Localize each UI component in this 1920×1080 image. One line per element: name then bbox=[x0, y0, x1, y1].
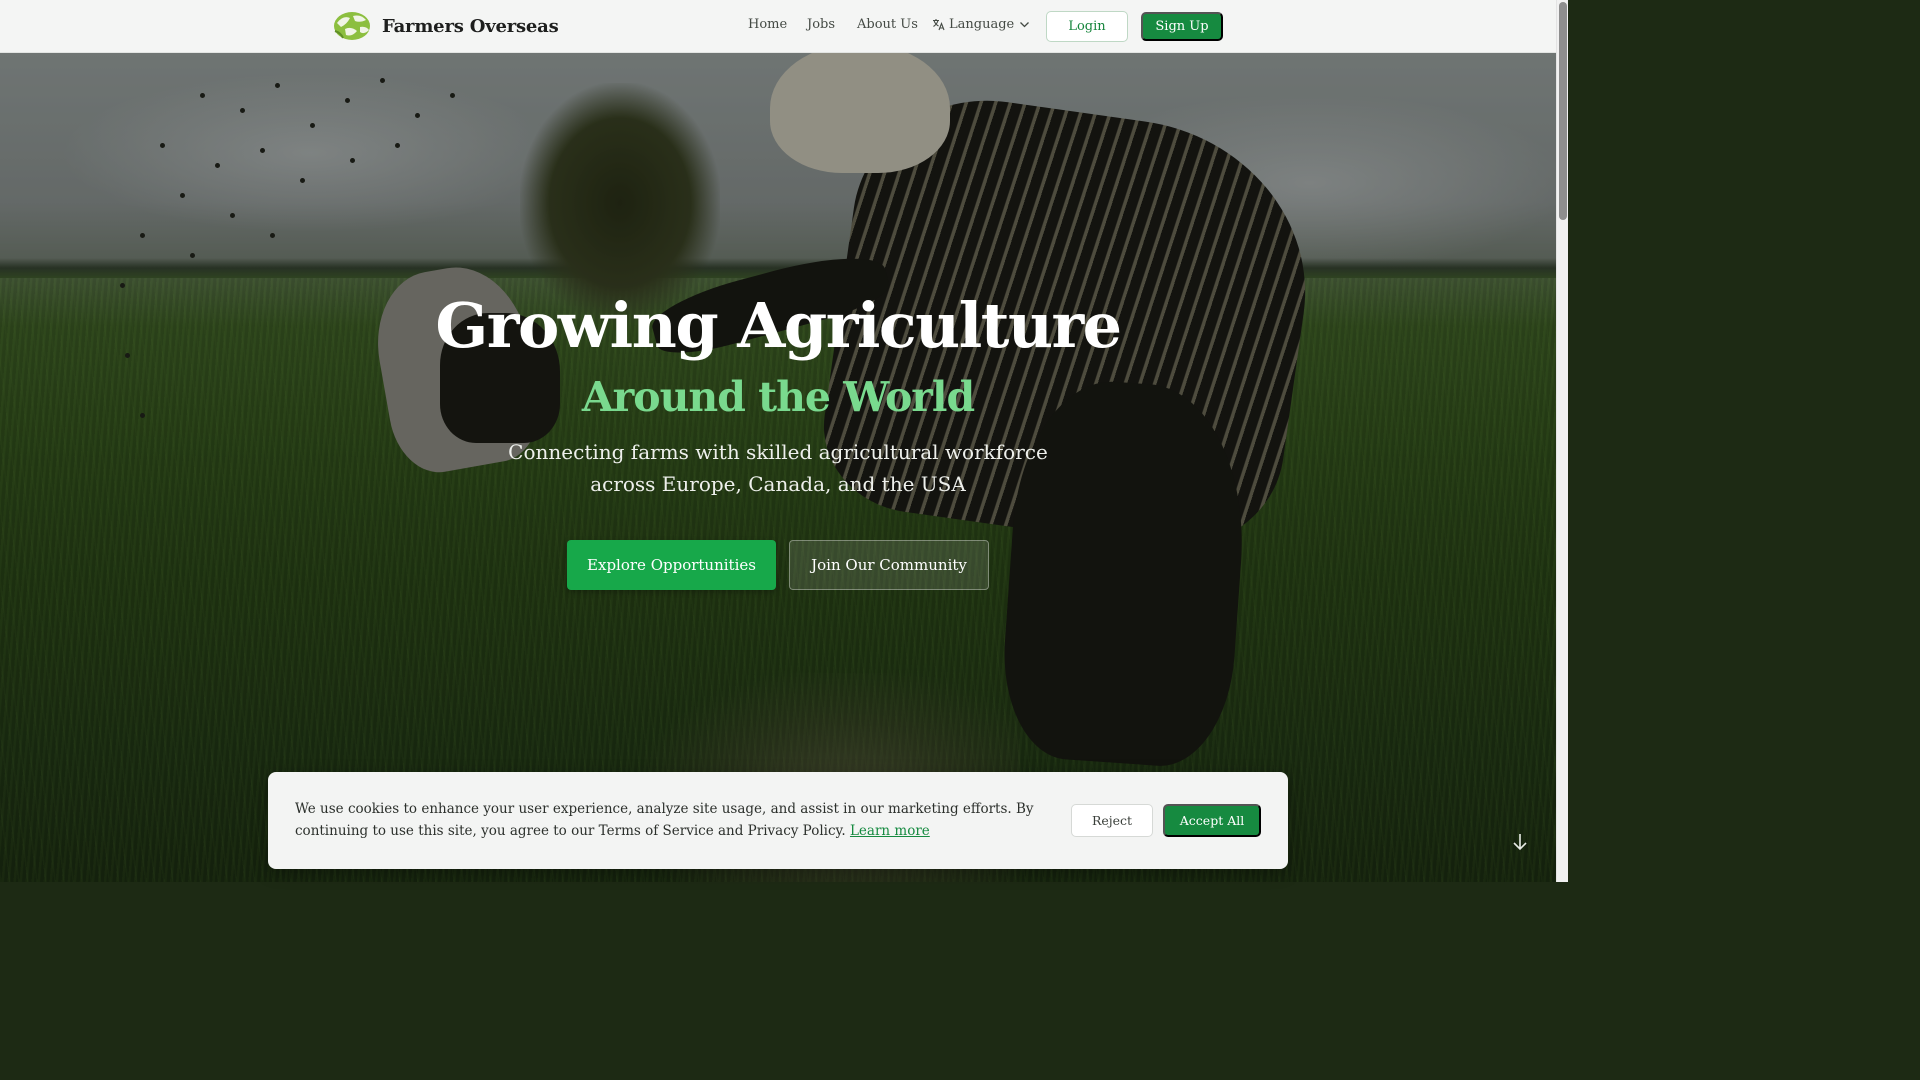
page-scrollbar[interactable] bbox=[1556, 0, 1568, 882]
hero-title: Growing Agriculture bbox=[435, 289, 1122, 362]
nav-link-about[interactable]: About Us bbox=[857, 17, 918, 32]
learn-more-link[interactable]: Learn more bbox=[850, 823, 930, 839]
join-community-button[interactable]: Join Our Community bbox=[789, 540, 989, 590]
nav-link-home[interactable]: Home bbox=[748, 17, 787, 32]
nav-link-jobs[interactable]: Jobs bbox=[807, 17, 835, 32]
signup-button[interactable]: Sign Up bbox=[1141, 12, 1223, 41]
language-label: Language bbox=[949, 17, 1015, 32]
brand-name: Farmers Overseas bbox=[382, 15, 559, 37]
language-dropdown[interactable]: Language bbox=[932, 17, 1030, 32]
arrow-down-icon[interactable] bbox=[1510, 832, 1530, 852]
scrollbar-thumb[interactable] bbox=[1559, 2, 1567, 220]
navbar: Farmers Overseas Home Jobs About Us Lang… bbox=[0, 0, 1556, 53]
brand[interactable]: Farmers Overseas bbox=[333, 10, 559, 42]
chevron-down-icon bbox=[1020, 22, 1030, 28]
reject-cookies-button[interactable]: Reject bbox=[1071, 804, 1153, 837]
cookie-message: We use cookies to enhance your user expe… bbox=[295, 798, 1055, 842]
login-button[interactable]: Login bbox=[1046, 11, 1128, 42]
translate-icon bbox=[933, 19, 945, 31]
explore-opportunities-button[interactable]: Explore Opportunities bbox=[567, 540, 776, 590]
hero-description: Connecting farms with skilled agricultur… bbox=[508, 440, 1048, 496]
hero-subtitle: Around the World bbox=[581, 373, 975, 421]
globe-leaf-logo-icon bbox=[334, 12, 370, 40]
cookie-banner: We use cookies to enhance your user expe… bbox=[268, 772, 1288, 869]
accept-all-cookies-button[interactable]: Accept All bbox=[1163, 804, 1261, 837]
